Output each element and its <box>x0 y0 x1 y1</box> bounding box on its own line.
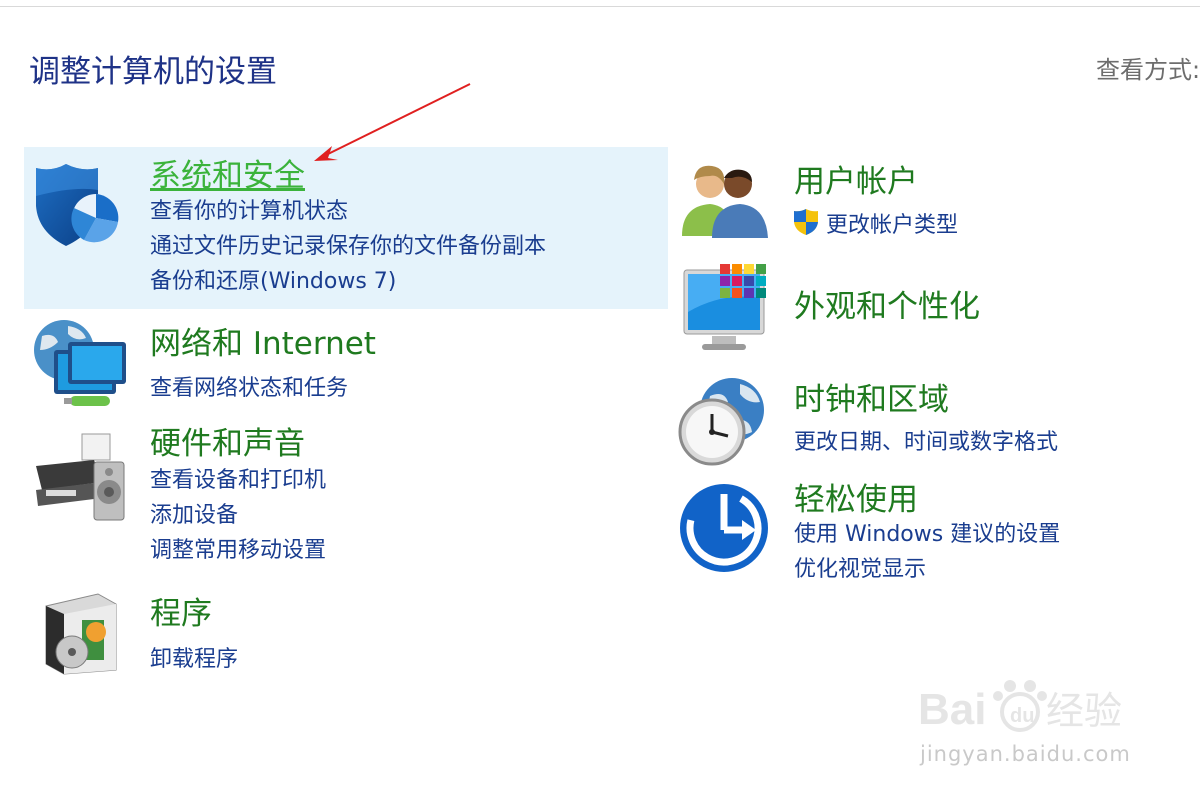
ease-of-access-icon <box>680 484 768 572</box>
category-title-programs[interactable]: 程序 <box>150 588 212 633</box>
svg-text:du: du <box>1010 705 1034 727</box>
link-network-status[interactable]: 查看网络状态和任务 <box>150 370 348 402</box>
category-title-ease-of-access[interactable]: 轻松使用 <box>794 474 918 519</box>
link-view-computer-status[interactable]: 查看你的计算机状态 <box>150 193 348 225</box>
category-title-network[interactable]: 网络和 Internet <box>150 318 376 363</box>
svg-text:Bai: Bai <box>918 685 986 734</box>
link-change-account-type[interactable]: 更改帐户类型 <box>826 207 958 239</box>
link-file-history-backup[interactable]: 通过文件历史记录保存你的文件备份副本 <box>150 228 546 260</box>
category-title-system-security[interactable]: 系统和安全 <box>150 150 305 195</box>
shield-icon <box>36 164 120 246</box>
monitor-color-icon <box>683 264 766 350</box>
category-title-appearance[interactable]: 外观和个性化 <box>794 281 980 326</box>
category-title-clock-region[interactable]: 时钟和区域 <box>794 374 949 419</box>
network-globe-icon <box>34 320 126 406</box>
users-icon <box>682 165 768 238</box>
link-optimize-visual-display[interactable]: 优化视觉显示 <box>794 551 926 583</box>
category-title-hardware[interactable]: 硬件和声音 <box>150 418 305 463</box>
uac-shield-icon <box>794 209 818 235</box>
link-add-device[interactable]: 添加设备 <box>150 497 238 529</box>
top-divider <box>0 6 1200 7</box>
link-uninstall-program[interactable]: 卸载程序 <box>150 641 238 673</box>
view-by-label[interactable]: 查看方式: <box>1096 50 1200 85</box>
link-change-date-time-format[interactable]: 更改日期、时间或数字格式 <box>794 424 1058 456</box>
printer-speaker-icon <box>36 433 125 521</box>
page-title: 调整计算机的设置 <box>29 54 277 90</box>
link-mobility-settings[interactable]: 调整常用移动设置 <box>150 532 326 564</box>
category-title-user-accounts[interactable]: 用户帐户 <box>794 156 918 201</box>
baidu-watermark-logo: Bai du 经验 <box>918 680 1122 734</box>
program-box-icon <box>45 593 117 675</box>
watermark-url: jingyan.baidu.com <box>920 742 1131 766</box>
link-backup-restore[interactable]: 备份和还原(Windows 7) <box>150 263 396 295</box>
clock-globe-icon <box>678 378 764 466</box>
link-devices-printers[interactable]: 查看设备和打印机 <box>150 462 326 494</box>
link-windows-recommended-settings[interactable]: 使用 Windows 建议的设置 <box>794 516 1060 548</box>
svg-text:经验: 经验 <box>1046 689 1122 733</box>
